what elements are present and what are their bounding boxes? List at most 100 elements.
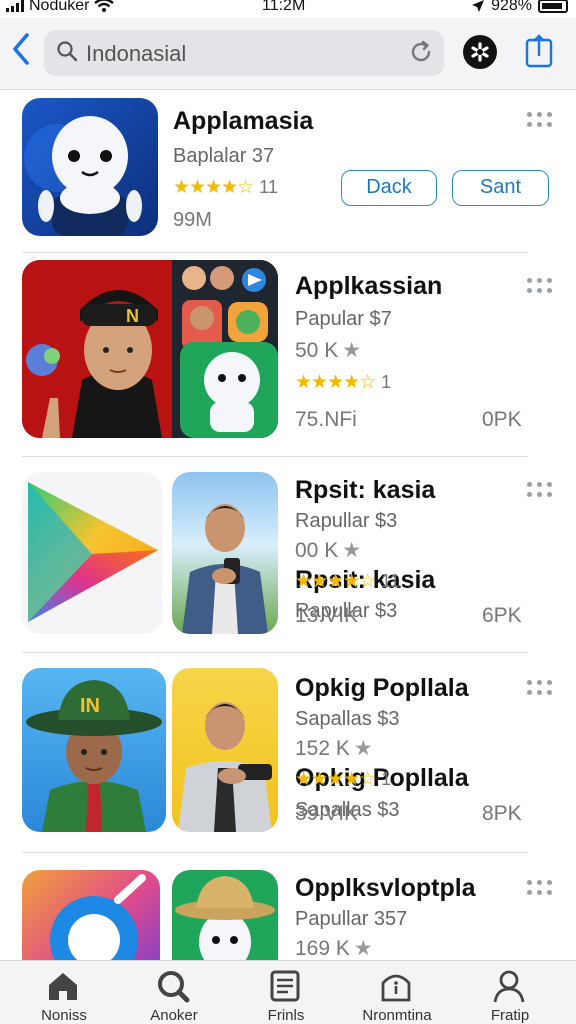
more-options-button[interactable] [527, 278, 553, 298]
app-list: Applamasia Baplalar 37 ★★★★☆ 11 99M Dack … [0, 90, 576, 960]
download-count: 50 K ★ [295, 338, 361, 363]
app-name: Opplksvloptpla [295, 874, 476, 902]
person-photo-icon [182, 504, 268, 634]
app-subtitle: Papullar 357 [295, 908, 408, 930]
wifi-icon [94, 0, 115, 12]
divider [22, 652, 528, 653]
battery-icon [538, 0, 568, 13]
download-count: 169 K ★ [295, 936, 373, 960]
star-icon: ★ [353, 937, 373, 960]
tab-fratip[interactable]: Fratip [460, 961, 560, 1024]
more-options-button[interactable] [527, 680, 553, 700]
search-input[interactable]: Indonasial [86, 41, 186, 67]
star-icon: ★ [353, 737, 373, 760]
download-value: 152 K [295, 737, 350, 760]
person-with-hat-icon: IN [26, 680, 162, 832]
app-screenshot[interactable] [172, 472, 278, 634]
download-count: 00 K ★ [295, 538, 361, 563]
app-icon-hat[interactable]: IN [22, 668, 166, 832]
app-size: 99M [173, 209, 212, 231]
download-count: 152 K ★ [295, 736, 373, 761]
person-photo-icon: N [22, 260, 278, 438]
battery-percent: 928% [491, 0, 532, 14]
tab-nronmtina[interactable]: Nronmtina [347, 961, 447, 1024]
app-icon-mascot[interactable] [22, 98, 158, 236]
clock: 11:2M [262, 0, 306, 14]
tab-label: Frinls [267, 1007, 305, 1024]
mascot-icon [24, 116, 142, 236]
app-name: Opkig Popllala [295, 674, 469, 702]
app-name: Applkassian [295, 272, 443, 300]
list-item[interactable] [0, 862, 576, 960]
app-screenshot[interactable] [172, 870, 278, 960]
divider [22, 252, 528, 253]
list-item[interactable]: Applamasia Baplalar 37 ★★★★☆ 11 99M Dack … [0, 90, 576, 252]
play-triangle-icon [28, 482, 158, 622]
chat-bubble-icon [50, 874, 146, 960]
search-bar[interactable]: Indonasial [44, 30, 444, 76]
app-subtitle: Rapullar $3 [295, 510, 398, 532]
tab-frinls[interactable]: Frinls [236, 961, 336, 1024]
stat-left: 13.VIK [295, 604, 359, 627]
hat-badge-text: N [126, 306, 139, 326]
document-icon [270, 970, 300, 1002]
download-value: 169 K [295, 937, 350, 960]
star-icon: ★ [342, 539, 362, 562]
tab-label: Fratip [490, 1007, 530, 1024]
sant-button[interactable]: Sant [452, 170, 549, 206]
person-photo-icon [178, 702, 272, 832]
app-name: Applamasia [173, 107, 314, 135]
rating-stars: ★★★★☆ 1 [295, 372, 392, 393]
search-header: Indonasial [0, 18, 576, 90]
status-bar: Noduker 11:2M 928% [0, 0, 576, 16]
rating-count: 1 [381, 372, 392, 392]
dack-button[interactable]: Dack [341, 170, 437, 206]
download-value: 00 K [295, 539, 339, 562]
rating-count: 11 [259, 177, 278, 197]
carrier-label: Noduker [29, 0, 90, 14]
home-icon [49, 973, 77, 1000]
app-name: Rpsit: kasia [295, 476, 436, 504]
stat-right: 8PK [482, 802, 522, 825]
search-icon [57, 41, 78, 62]
star-icon: ★ [342, 339, 362, 362]
archive-icon [381, 974, 411, 1002]
rating-count: 1 [381, 769, 392, 789]
mascot-with-hat-icon [175, 876, 275, 960]
tab-label: Anoker [150, 1007, 198, 1024]
chevron-left-icon [13, 33, 29, 65]
list-item[interactable]: N Applkassian Papular $7 50 K★ ★★★★☆1 [0, 256, 576, 452]
signal-icon [6, 0, 24, 12]
tab-bar: Noniss Anoker Frinls Nronmtina Fratip [0, 960, 576, 1024]
rating-stars: ★★★★☆ 1 [295, 769, 392, 790]
share-icon [525, 34, 553, 68]
rating-stars: ★★★★☆ 11 [295, 571, 400, 592]
reload-icon[interactable] [408, 39, 434, 65]
play-store-icon[interactable] [22, 472, 162, 634]
tab-label: Nronmtina [362, 1007, 432, 1024]
share-button[interactable] [524, 34, 554, 68]
rating-count: 11 [381, 571, 400, 591]
more-options-button[interactable] [527, 482, 553, 502]
more-options-button[interactable] [527, 880, 553, 900]
tab-label: Noniss [41, 1007, 87, 1024]
divider [22, 852, 528, 853]
stat-right: 6PK [482, 604, 522, 627]
cap-badge-text: IN [80, 695, 100, 717]
tab-anoker[interactable]: Anoker [124, 961, 224, 1024]
more-options-button[interactable] [527, 112, 553, 132]
stat-left: 75.NFi [295, 408, 357, 431]
app-screenshot[interactable]: N [22, 260, 278, 438]
rating-stars: ★★★★☆ 11 [173, 177, 278, 198]
back-button[interactable] [10, 32, 38, 72]
extensions-button[interactable] [463, 35, 497, 69]
divider [22, 456, 528, 457]
stat-left: 39.VIK [295, 802, 359, 825]
app-screenshot[interactable] [172, 668, 278, 832]
app-icon-chat[interactable] [22, 870, 160, 960]
location-icon [472, 0, 485, 12]
tab-noniss[interactable]: Noniss [14, 961, 114, 1024]
app-subtitle: Sapallas $3 [295, 708, 400, 730]
app-subtitle: Baplalar 37 [173, 145, 275, 167]
search-icon [158, 971, 190, 1003]
